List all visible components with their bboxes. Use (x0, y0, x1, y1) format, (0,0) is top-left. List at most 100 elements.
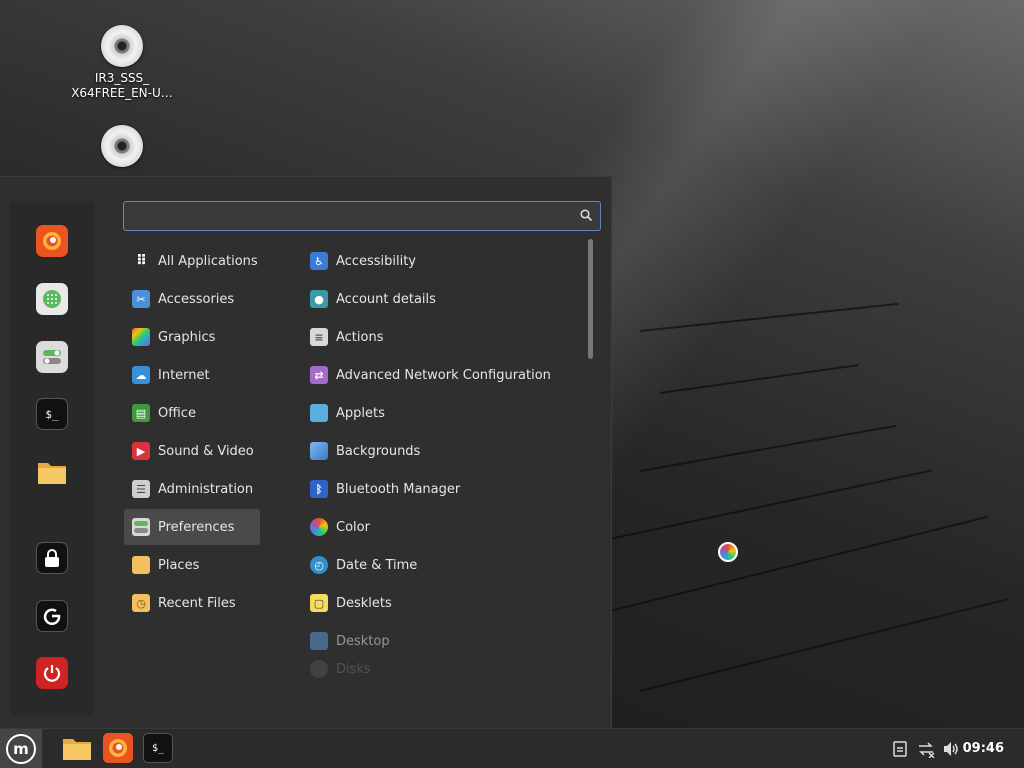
category-label: Internet (158, 367, 210, 383)
category-label: Preferences (158, 519, 235, 535)
software-manager-icon (43, 290, 61, 308)
bottom-panel: m $_ 09:46 (0, 728, 1024, 768)
app-label: Desklets (336, 595, 392, 611)
favorite-lock-screen[interactable] (36, 542, 68, 574)
power-icon (43, 665, 61, 682)
favorites-sidebar: $_ (10, 201, 94, 715)
applications-scrollbar[interactable] (588, 239, 593, 359)
recent-folder-icon: ◷ (132, 594, 150, 612)
lock-icon (45, 549, 59, 567)
category-label: Accessories (158, 291, 235, 307)
app-account-details[interactable]: ● Account details (302, 281, 582, 317)
category-preferences[interactable]: Preferences (124, 509, 260, 545)
optical-disc-icon (101, 125, 143, 167)
cloud-icon: ☁ (132, 366, 150, 384)
busy-cursor-icon (718, 542, 738, 562)
application-menu: $_ ⠿ All Applications ✂ Accessories Grap… (0, 176, 612, 728)
panel-clock[interactable]: 09:46 (963, 741, 1004, 756)
app-color[interactable]: Color (302, 509, 582, 545)
firefox-icon (109, 739, 127, 757)
notifications-icon[interactable] (891, 740, 909, 758)
network-icon: ⇄ (310, 366, 328, 384)
category-places[interactable]: Places (124, 547, 260, 583)
category-label: Graphics (158, 329, 216, 345)
play-icon: ▶ (132, 442, 150, 460)
app-desklets[interactable]: ▢ Desklets (302, 585, 582, 621)
app-advanced-network-configuration[interactable]: ⇄ Advanced Network Configuration (302, 357, 582, 393)
category-recent-files[interactable]: ◷ Recent Files (124, 585, 260, 621)
app-label: Date & Time (336, 557, 418, 573)
category-label: Recent Files (158, 595, 236, 611)
folder-icon (63, 739, 91, 760)
app-label: Account details (336, 291, 436, 307)
volume-icon[interactable] (942, 740, 960, 758)
logout-icon (43, 608, 61, 625)
terminal-icon: $_ (151, 742, 165, 754)
desklets-icon: ▢ (310, 594, 328, 612)
app-label: Backgrounds (336, 443, 421, 459)
category-internet[interactable]: ☁ Internet (124, 357, 260, 393)
terminal-icon: $_ (45, 407, 59, 421)
app-actions[interactable]: ≡ Actions (302, 319, 582, 355)
app-date-time[interactable]: ◴ Date & Time (302, 547, 582, 583)
app-backgrounds[interactable]: Backgrounds (302, 433, 582, 469)
clock-icon: ◴ (310, 556, 328, 574)
graphics-icon (132, 328, 150, 346)
search-icon (580, 209, 592, 221)
app-label: Desktop (336, 633, 390, 649)
actions-icon: ≡ (310, 328, 328, 346)
applets-icon (310, 404, 328, 422)
favorite-software-manager[interactable] (36, 283, 68, 315)
disks-icon (310, 660, 328, 678)
panel-launcher-terminal[interactable]: $_ (143, 733, 173, 763)
category-graphics[interactable]: Graphics (124, 319, 260, 355)
category-administration[interactable]: ☰ Administration (124, 471, 260, 507)
linux-mint-logo-icon: m (6, 734, 36, 764)
favorite-firefox[interactable] (36, 225, 68, 257)
scissors-icon: ✂ (132, 290, 150, 308)
desktop-icon (310, 632, 328, 650)
app-label: Disks (336, 661, 371, 677)
app-desktop[interactable]: Desktop (302, 623, 582, 659)
app-applets[interactable]: Applets (302, 395, 582, 431)
category-label: Sound & Video (158, 443, 254, 459)
administration-icon: ☰ (132, 480, 150, 498)
search-box[interactable] (123, 201, 601, 231)
category-all-applications[interactable]: ⠿ All Applications (124, 243, 260, 279)
app-disks[interactable]: Disks (302, 659, 582, 679)
preferences-icon (132, 518, 150, 536)
panel-launcher-files[interactable] (62, 733, 92, 763)
desktop-icon-label: IR3_SSS_ X64FREE_EN-U… (71, 71, 173, 100)
favorite-terminal[interactable]: $_ (36, 398, 68, 430)
app-label: Accessibility (336, 253, 416, 269)
favorite-files[interactable] (36, 456, 68, 488)
network-disconnected-icon[interactable] (917, 740, 935, 758)
menu-button[interactable]: m (0, 729, 42, 768)
category-office[interactable]: ▤ Office (124, 395, 260, 431)
category-sound-video[interactable]: ▶ Sound & Video (124, 433, 260, 469)
panel-launcher-firefox[interactable] (103, 733, 133, 763)
app-label: Advanced Network Configuration (336, 367, 551, 383)
office-icon: ▤ (132, 404, 150, 422)
folder-icon (38, 463, 66, 484)
backgrounds-icon (310, 442, 328, 460)
category-accessories[interactable]: ✂ Accessories (124, 281, 260, 317)
desktop-icon-disc-1[interactable]: IR3_SSS_ X64FREE_EN-U… (57, 25, 187, 101)
category-label: Office (158, 405, 196, 421)
app-label: Actions (336, 329, 384, 345)
optical-disc-icon (101, 25, 143, 67)
desktop-icon-disc-2[interactable] (57, 125, 187, 171)
favorite-quit[interactable] (36, 657, 68, 689)
app-bluetooth-manager[interactable]: ᛒ Bluetooth Manager (302, 471, 582, 507)
folder-icon (132, 556, 150, 574)
category-label: Administration (158, 481, 254, 497)
bluetooth-icon: ᛒ (310, 480, 328, 498)
category-label: Places (158, 557, 200, 573)
app-accessibility[interactable]: ♿ Accessibility (302, 243, 582, 279)
favorite-logout[interactable] (36, 600, 68, 632)
app-label: Applets (336, 405, 385, 421)
search-input[interactable] (124, 202, 564, 230)
accessibility-icon: ♿ (310, 252, 328, 270)
app-label: Bluetooth Manager (336, 481, 461, 497)
favorite-system-settings[interactable] (36, 341, 68, 373)
